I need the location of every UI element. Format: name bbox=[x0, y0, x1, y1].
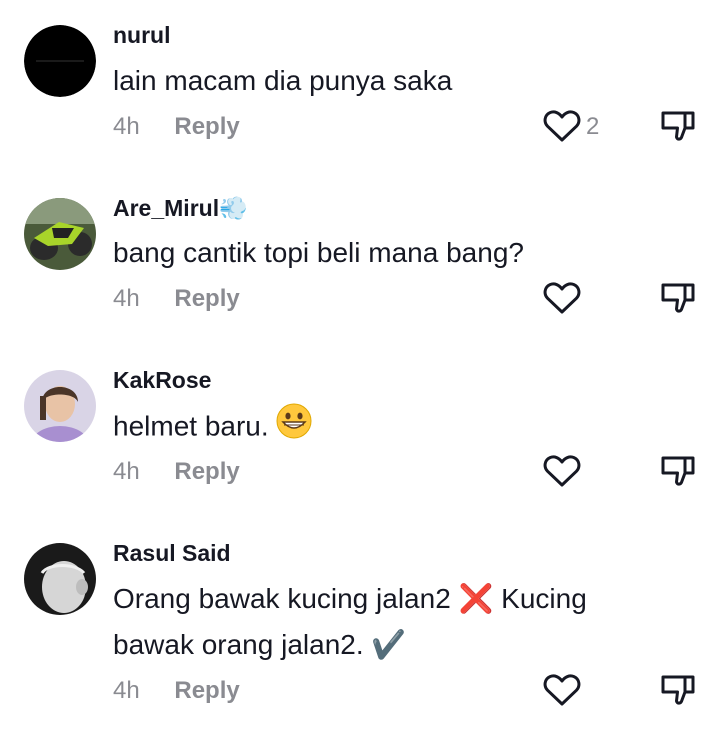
username[interactable]: KakRose bbox=[113, 367, 211, 394]
comment-text: lain macam dia punya saka bbox=[113, 58, 673, 104]
reply-button[interactable]: Reply bbox=[174, 285, 239, 312]
timestamp: 4h bbox=[113, 677, 140, 704]
username-text[interactable]: KakRose bbox=[113, 367, 211, 393]
avatar[interactable] bbox=[24, 370, 96, 442]
comment-text-line: lain macam dia punya saka bbox=[113, 65, 453, 96]
username-text[interactable]: Are_Mirul bbox=[113, 195, 219, 221]
username[interactable]: nurul bbox=[113, 22, 171, 49]
comment-meta: 4h Reply bbox=[113, 285, 240, 313]
comment-item: nurul lain macam dia punya saka 4h Reply… bbox=[0, 0, 720, 170]
timestamp: 4h bbox=[113, 458, 140, 485]
heart-icon[interactable] bbox=[543, 673, 581, 707]
timestamp: 4h bbox=[113, 113, 140, 140]
bw-person-avatar-icon bbox=[24, 543, 96, 615]
motorcycle-avatar-icon bbox=[24, 198, 96, 270]
avatar[interactable] bbox=[24, 543, 96, 615]
heart-icon[interactable] bbox=[543, 281, 581, 315]
comment-meta: 4h Reply bbox=[113, 113, 240, 141]
comment-text-line: Orang bawak kucing jalan2 ❌ Kucing bbox=[113, 583, 587, 614]
reply-button[interactable]: Reply bbox=[174, 113, 239, 140]
username[interactable]: Rasul Said bbox=[113, 540, 231, 567]
grinning-face-icon bbox=[276, 403, 312, 453]
timestamp: 4h bbox=[113, 285, 140, 312]
comment-text-line: bawak orang jalan2. ✔️ bbox=[113, 629, 407, 660]
comment-text: Orang bawak kucing jalan2 ❌ Kucing bawak… bbox=[113, 576, 673, 668]
comment-text: helmet baru. bbox=[113, 403, 673, 453]
username-text[interactable]: nurul bbox=[113, 22, 171, 48]
black-avatar-icon bbox=[24, 25, 96, 97]
avatar[interactable] bbox=[24, 198, 96, 270]
dislike-icon[interactable] bbox=[660, 454, 696, 490]
dislike-icon[interactable] bbox=[660, 109, 696, 145]
comment-text-line: bang cantik topi beli mana bang? bbox=[113, 237, 524, 268]
avatar[interactable] bbox=[24, 25, 96, 97]
like-count: 2 bbox=[586, 113, 600, 140]
comment-meta: 4h Reply bbox=[113, 677, 240, 705]
comment-meta: 4h Reply bbox=[113, 458, 240, 486]
heart-icon[interactable] bbox=[543, 109, 581, 143]
username[interactable]: Are_Mirul💨 bbox=[113, 195, 248, 222]
comment-text: bang cantik topi beli mana bang? bbox=[113, 230, 673, 276]
reply-button[interactable]: Reply bbox=[174, 677, 239, 704]
dislike-icon[interactable] bbox=[660, 281, 696, 317]
dash-emoji-icon: 💨 bbox=[219, 195, 248, 221]
username-text[interactable]: Rasul Said bbox=[113, 540, 231, 566]
comment-text-line: helmet baru. bbox=[113, 410, 269, 442]
person-avatar-icon bbox=[24, 370, 96, 442]
heart-icon[interactable] bbox=[543, 454, 581, 488]
reply-button[interactable]: Reply bbox=[174, 458, 239, 485]
dislike-icon[interactable] bbox=[660, 673, 696, 709]
